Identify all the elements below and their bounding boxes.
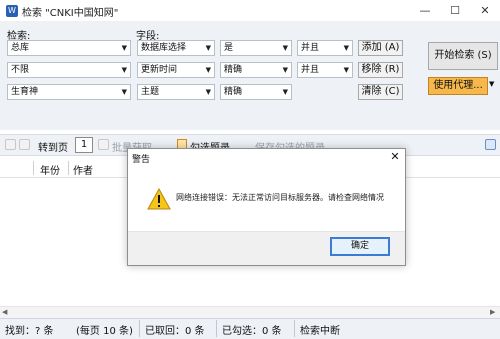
page-number-input[interactable]: 1 xyxy=(75,137,93,153)
scope-select-2[interactable]: 不限 ▼ xyxy=(7,62,131,78)
keyword-input[interactable]: 生育神 ▼ xyxy=(7,84,131,100)
status-divider xyxy=(294,320,295,337)
status-state: 检索中断 xyxy=(300,326,340,337)
field-select-3[interactable]: 主题 ▼ xyxy=(137,84,215,100)
dialog-message: 网络连接错误：无法正常访问目标服务器。请检查网络情况 xyxy=(176,193,384,202)
next-page-icon[interactable] xyxy=(98,139,109,150)
column-divider xyxy=(33,161,34,175)
remove-button[interactable]: 移除 (R) xyxy=(358,62,403,78)
settings-icon[interactable] xyxy=(485,139,496,150)
status-divider xyxy=(216,320,217,337)
scroll-right-icon[interactable]: ▶ xyxy=(490,308,495,316)
add-button[interactable]: 添加 (A) xyxy=(358,40,403,56)
goto-page-label: 转到页 xyxy=(38,143,68,154)
dialog-close-button[interactable]: ✕ xyxy=(385,149,405,165)
minimize-button[interactable]: — xyxy=(410,0,440,22)
horizontal-scrollbar[interactable] xyxy=(0,306,500,318)
title-bar: W 检索 "CNKI中国知网" — ☐ ✕ xyxy=(0,0,500,22)
match-select-2[interactable]: 精确 ▼ xyxy=(220,62,292,78)
ok-button[interactable]: 确定 xyxy=(330,237,390,256)
app-icon: W xyxy=(6,5,18,17)
status-divider xyxy=(139,320,140,337)
column-year[interactable]: 年份 xyxy=(40,162,60,177)
logic-select-2[interactable]: 并且 ▼ xyxy=(297,62,353,78)
warning-dialog: 警告 ✕ 网络连接错误：无法正常访问目标服务器。请检查网络情况 确定 xyxy=(127,148,406,266)
first-page-icon[interactable] xyxy=(5,139,16,150)
match-select-3[interactable]: 精确 ▼ xyxy=(220,84,292,100)
column-divider xyxy=(68,161,69,175)
maximize-button[interactable]: ☐ xyxy=(440,0,470,22)
match-select-1[interactable]: 是 ▼ xyxy=(220,40,292,56)
warning-icon xyxy=(147,188,171,210)
column-author[interactable]: 作者 xyxy=(73,162,93,177)
status-per-page: (每页 10 条) xyxy=(76,326,133,337)
status-found: 找到：? 条 xyxy=(5,326,54,337)
scope-select-1[interactable]: 总库 ▼ xyxy=(7,40,131,56)
proxy-dropdown-icon[interactable]: ▼ xyxy=(489,80,494,88)
prev-page-icon[interactable] xyxy=(19,139,30,150)
status-checked: 已勾选：0 条 xyxy=(222,326,282,337)
logic-select-1[interactable]: 并且 ▼ xyxy=(297,40,353,56)
scroll-left-icon[interactable]: ◀ xyxy=(2,308,7,316)
clear-button[interactable]: 清除 (C) xyxy=(358,84,403,100)
status-fetched: 已取回：0 条 xyxy=(145,326,205,337)
start-search-button[interactable]: 开始检索 (S) xyxy=(428,42,498,70)
use-proxy-button[interactable]: 使用代理... xyxy=(428,77,488,95)
window-title: 检索 "CNKI中国知网" xyxy=(22,8,119,19)
field-select-1[interactable]: 数据库选择 ▼ xyxy=(137,40,215,56)
field-select-2[interactable]: 更新时间 ▼ xyxy=(137,62,215,78)
close-button[interactable]: ✕ xyxy=(470,0,500,22)
dialog-title: 警告 xyxy=(132,155,151,165)
